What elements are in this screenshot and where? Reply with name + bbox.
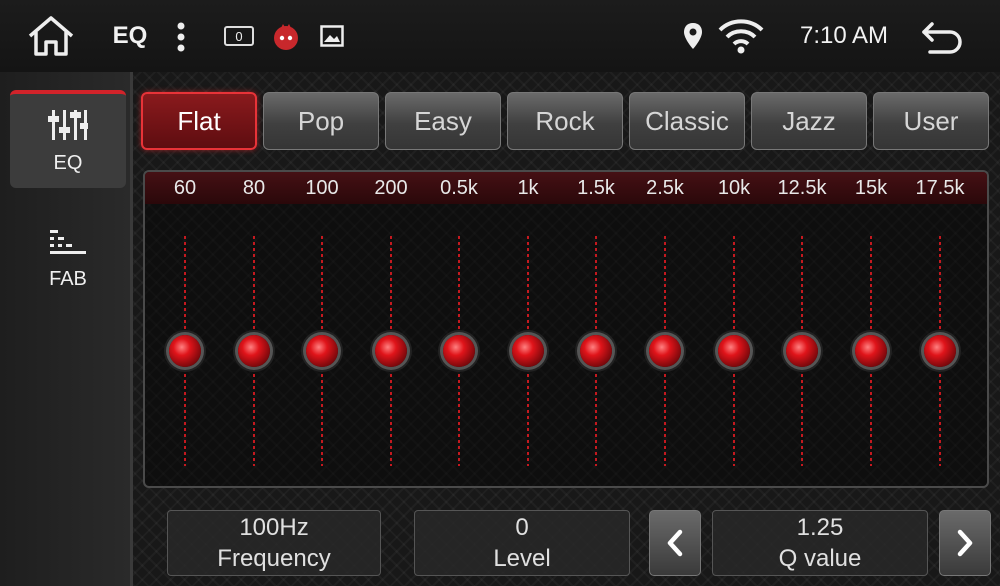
band-freq-label: 100 xyxy=(305,177,339,199)
band-freq-label: 10k xyxy=(717,177,751,199)
eq-slider-knob[interactable] xyxy=(306,335,338,367)
app-notification-icon xyxy=(270,20,302,52)
frequency-display[interactable]: 100Hz Frequency xyxy=(167,510,381,576)
fader-balance-icon xyxy=(50,229,86,254)
eq-slider-knob[interactable] xyxy=(786,335,818,367)
eq-panel: 60 80 100 200 0.5k 1k 1.5k 2.5k 10k 12.5… xyxy=(143,170,989,488)
eq-slider-knob[interactable] xyxy=(718,335,750,367)
page-title: EQ xyxy=(112,22,148,49)
notification-badge-icon: 0 xyxy=(222,24,256,48)
frequency-value: 100Hz xyxy=(239,514,309,541)
q-value-display[interactable]: 1.25 Q value xyxy=(712,510,928,576)
sidebar-item-fab[interactable]: FAB xyxy=(10,210,126,308)
band-freq-label: 17.5k xyxy=(915,177,965,199)
preset-flat-button[interactable]: Flat xyxy=(141,92,257,150)
eq-slider-knob[interactable] xyxy=(512,335,544,367)
q-decrease-button[interactable] xyxy=(649,510,701,576)
preset-jazz-button[interactable]: Jazz xyxy=(751,92,867,150)
eq-slider-knob[interactable] xyxy=(855,335,887,367)
eq-slider-knob[interactable] xyxy=(443,335,475,367)
status-bar: EQ 0 7:10 AM xyxy=(0,0,1000,73)
sidebar-item-label: FAB xyxy=(49,267,87,290)
preset-easy-button[interactable]: Easy xyxy=(385,92,501,150)
eq-sliders-icon xyxy=(48,109,88,140)
band-freq-label: 1.5k xyxy=(577,177,615,199)
preset-pop-button[interactable]: Pop xyxy=(263,92,379,150)
sidebar: EQ FAB xyxy=(0,72,133,586)
home-icon[interactable] xyxy=(24,12,78,60)
level-value: 0 xyxy=(515,514,529,541)
chevron-left-icon xyxy=(667,529,683,557)
band-freq-label: 200 xyxy=(374,177,408,199)
band-freq-label: 15k xyxy=(854,177,888,199)
eq-frequency-header: 60 80 100 200 0.5k 1k 1.5k 2.5k 10k 12.5… xyxy=(145,172,987,204)
eq-slider-knob[interactable] xyxy=(580,335,612,367)
band-freq-label: 2.5k xyxy=(646,177,684,199)
level-label: Level xyxy=(493,545,551,572)
notification-count: 0 xyxy=(224,26,254,46)
location-icon xyxy=(680,20,706,52)
preset-user-button[interactable]: User xyxy=(873,92,989,150)
eq-slider-knob[interactable] xyxy=(375,335,407,367)
eq-slider-knob[interactable] xyxy=(169,335,201,367)
q-value-label: Q value xyxy=(778,545,862,572)
more-icon[interactable] xyxy=(168,20,194,54)
image-icon xyxy=(318,22,346,50)
wifi-icon xyxy=(716,16,766,56)
eq-slider-knob[interactable] xyxy=(238,335,270,367)
sidebar-item-label: EQ xyxy=(53,151,83,174)
band-freq-label: 80 xyxy=(242,177,266,199)
band-freq-label: 60 xyxy=(173,177,197,199)
band-freq-label: 12.5k xyxy=(777,177,827,199)
band-freq-label: 1k xyxy=(517,177,539,199)
eq-slider-knob[interactable] xyxy=(924,335,956,367)
q-value: 1.25 xyxy=(796,514,844,541)
back-icon[interactable] xyxy=(918,18,966,56)
preset-classic-button[interactable]: Classic xyxy=(629,92,745,150)
chevron-right-icon xyxy=(957,529,973,557)
sidebar-item-eq[interactable]: EQ xyxy=(10,90,126,188)
eq-slider-knob[interactable] xyxy=(649,335,681,367)
clock: 7:10 AM xyxy=(799,22,889,49)
band-freq-label: 0.5k xyxy=(440,177,478,199)
main-panel: Flat Pop Easy Rock Classic Jazz User 60 … xyxy=(133,72,1000,586)
q-increase-button[interactable] xyxy=(939,510,991,576)
frequency-label: Frequency xyxy=(217,545,331,572)
level-display[interactable]: 0 Level xyxy=(414,510,630,576)
preset-rock-button[interactable]: Rock xyxy=(507,92,623,150)
